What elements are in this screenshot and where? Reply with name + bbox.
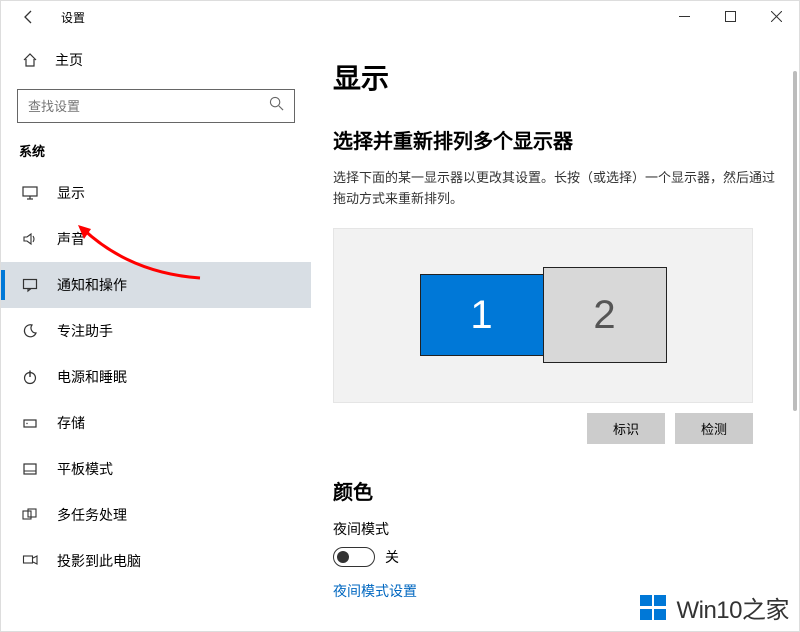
back-button[interactable] [19,7,39,27]
monitor-2[interactable]: 2 [543,267,667,363]
sidebar-item-storage[interactable]: 存储 [1,400,311,446]
sidebar-item-tablet[interactable]: 平板模式 [1,446,311,492]
project-icon [21,553,39,569]
storage-icon [21,415,39,431]
arrange-description: 选择下面的某一显示器以更改其设置。长按（或选择）一个显示器，然后通过拖动方式来重… [333,168,777,210]
sidebar-item-label: 专注助手 [57,321,113,341]
sidebar-item-label: 存储 [57,413,85,433]
maximize-button[interactable] [707,1,753,31]
close-button[interactable] [753,1,799,31]
tablet-icon [21,461,39,477]
main-content: 显示 选择并重新排列多个显示器 选择下面的某一显示器以更改其设置。长按（或选择）… [311,33,799,631]
sidebar-item-label: 电源和睡眠 [57,367,127,387]
home-icon [21,52,39,68]
sidebar-item-monitor[interactable]: 显示 [1,170,311,216]
night-light-settings-link[interactable]: 夜间模式设置 [333,581,777,601]
scrollbar[interactable] [793,71,797,411]
night-light-state: 关 [385,547,399,567]
sidebar-item-sound[interactable]: 声音 [1,216,311,262]
sidebar-item-moon[interactable]: 专注助手 [1,308,311,354]
comment-icon [21,277,39,293]
search-icon [269,96,284,116]
sidebar-item-label: 显示 [57,183,85,203]
arrange-heading: 选择并重新排列多个显示器 [333,125,777,154]
search-input[interactable] [17,89,295,123]
color-heading: 颜色 [333,476,777,505]
home-button[interactable]: 主页 [1,41,311,79]
monitor-icon [21,185,39,201]
sidebar-item-label: 平板模式 [57,459,113,479]
page-title: 显示 [333,57,777,97]
sound-icon [21,231,39,247]
window-title: 设置 [61,9,85,26]
sidebar-item-label: 多任务处理 [57,505,127,525]
sidebar-item-label: 声音 [57,229,85,249]
sidebar-item-project[interactable]: 投影到此电脑 [1,538,311,584]
monitor-arrangement-box[interactable]: 1 2 [333,228,753,403]
detect-button[interactable]: 检测 [675,413,753,444]
category-header: 系统 [1,141,311,170]
sidebar-item-multitask[interactable]: 多任务处理 [1,492,311,538]
multitask-icon [21,507,39,523]
power-icon [21,369,39,385]
night-light-label: 夜间模式 [333,519,777,539]
home-label: 主页 [55,50,83,70]
sidebar-item-comment[interactable]: 通知和操作 [1,262,311,308]
sidebar-item-label: 投影到此电脑 [57,551,141,571]
sidebar-item-power[interactable]: 电源和睡眠 [1,354,311,400]
monitor-1[interactable]: 1 [420,274,544,356]
night-light-toggle[interactable] [333,547,375,567]
identify-button[interactable]: 标识 [587,413,665,444]
sidebar-item-label: 通知和操作 [57,275,127,295]
sidebar: 主页 系统 显示声音通知和操作专注助手电源和睡眠存储平板模式多任务处理投影到此电… [1,33,311,631]
minimize-button[interactable] [661,1,707,31]
moon-icon [21,323,39,339]
